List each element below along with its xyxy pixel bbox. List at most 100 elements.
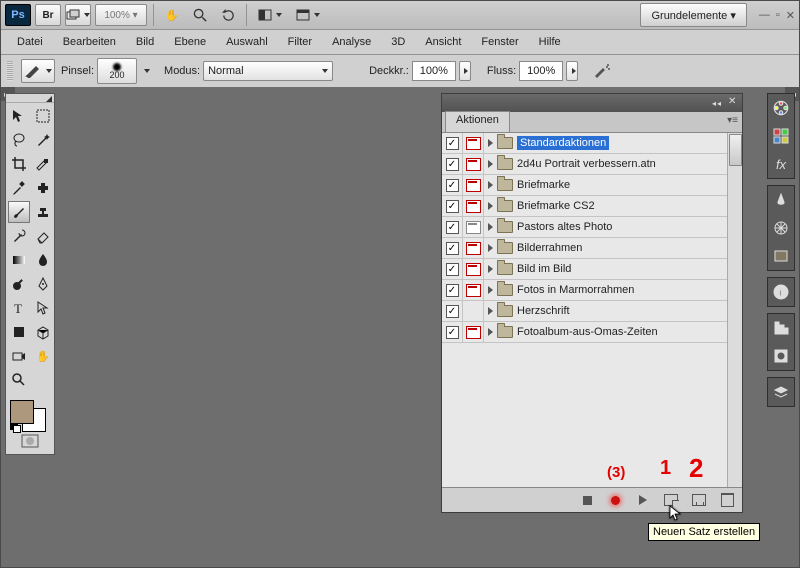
actions-list[interactable]: ✓Standardaktionen✓2d4u Portrait verbesse… [442, 133, 742, 487]
scrollbar[interactable] [727, 133, 742, 487]
action-row[interactable]: ✓Standardaktionen [442, 133, 742, 154]
blend-mode-combo[interactable]: Normal [203, 61, 333, 81]
shape-tool[interactable] [8, 321, 30, 343]
toggle-check[interactable]: ✓ [446, 326, 459, 339]
dialog-toggle-icon[interactable] [466, 242, 481, 255]
heal-tool[interactable] [32, 177, 54, 199]
screens-button[interactable] [65, 4, 91, 26]
clone-panel-icon[interactable] [770, 217, 792, 239]
history-brush-tool[interactable] [8, 225, 30, 247]
collapse-panel-icon[interactable]: ◂◂ [712, 99, 722, 108]
foreground-swatch[interactable] [10, 400, 34, 424]
dialog-toggle-icon[interactable] [466, 137, 481, 150]
action-row[interactable]: ✓Bilderrahmen [442, 238, 742, 259]
expand-icon[interactable] [488, 265, 493, 273]
color-panel-icon[interactable] [770, 97, 792, 119]
toggle-check[interactable]: ✓ [446, 263, 459, 276]
slice-tool[interactable] [32, 153, 54, 175]
stop-recording-button[interactable] [580, 493, 594, 507]
gripper-icon[interactable] [7, 61, 13, 81]
move-tool[interactable] [8, 105, 30, 127]
toggle-check[interactable]: ✓ [446, 200, 459, 213]
opacity-flyout[interactable] [459, 61, 471, 81]
expand-icon[interactable] [488, 202, 493, 210]
action-row[interactable]: ✓Pastors altes Photo [442, 217, 742, 238]
panel-menu-icon[interactable]: ▾≡ [727, 115, 738, 126]
new-action-button[interactable] [692, 493, 706, 507]
expand-icon[interactable] [488, 244, 493, 252]
action-row[interactable]: ✓Bild im Bild [442, 259, 742, 280]
3d-tool[interactable] [32, 321, 54, 343]
hand-tool-icon[interactable]: ✋ [160, 4, 184, 26]
expand-icon[interactable] [488, 307, 493, 315]
toggle-check[interactable]: ✓ [446, 221, 459, 234]
color-swatches[interactable] [8, 399, 48, 433]
arrange-docs-button[interactable] [253, 4, 287, 26]
path-select-tool[interactable] [32, 297, 54, 319]
styles-panel-icon[interactable]: fx [770, 153, 792, 175]
stamp-tool[interactable] [32, 201, 54, 223]
dialog-toggle-icon[interactable] [466, 221, 481, 234]
bridge-button[interactable]: Br [35, 4, 61, 26]
action-row[interactable]: ✓Briefmarke [442, 175, 742, 196]
maximize-button[interactable]: ▫ [776, 9, 780, 22]
dialog-toggle-icon[interactable] [466, 284, 481, 297]
flow-field[interactable]: 100% [519, 61, 563, 81]
brushes-panel-icon[interactable] [770, 189, 792, 211]
crop-tool[interactable] [8, 153, 30, 175]
toggle-check[interactable]: ✓ [446, 284, 459, 297]
layers-panel-icon[interactable] [770, 381, 792, 403]
marquee-tool[interactable] [32, 105, 54, 127]
action-row[interactable]: ✓Briefmarke CS2 [442, 196, 742, 217]
action-row[interactable]: ✓Fotos in Marmorrahmen [442, 280, 742, 301]
pen-tool[interactable] [32, 273, 54, 295]
actions-tab[interactable]: Aktionen [445, 111, 510, 132]
brush-preset-picker[interactable]: 200 [97, 58, 137, 84]
airbrush-toggle[interactable] [590, 60, 614, 82]
menu-bild[interactable]: Bild [126, 34, 164, 50]
expand-icon[interactable] [488, 328, 493, 336]
hand-tool-box[interactable]: ✋ [32, 345, 54, 367]
menu-fenster[interactable]: Fenster [471, 34, 528, 50]
toolbox-header[interactable] [6, 94, 54, 103]
navigator-panel-icon[interactable] [770, 245, 792, 267]
expand-icon[interactable] [488, 139, 493, 147]
menu-ansicht[interactable]: Ansicht [415, 34, 471, 50]
action-row[interactable]: ✓2d4u Portrait verbessern.atn [442, 154, 742, 175]
dodge-tool[interactable] [8, 273, 30, 295]
expand-icon[interactable] [488, 286, 493, 294]
expand-icon[interactable] [488, 181, 493, 189]
flow-flyout[interactable] [566, 61, 578, 81]
record-button[interactable] [608, 493, 622, 507]
toggle-check[interactable]: ✓ [446, 179, 459, 192]
zoom-tool-icon[interactable] [188, 4, 212, 26]
workspace-switcher[interactable]: Grundelemente ▾ [640, 3, 746, 27]
menu-datei[interactable]: Datei [7, 34, 53, 50]
opacity-field[interactable]: 100% [412, 61, 456, 81]
action-row[interactable]: ✓Fotoalbum-aus-Omas-Zeiten [442, 322, 742, 343]
ps-logo-icon[interactable]: Ps [5, 4, 31, 26]
tool-preset-picker[interactable] [21, 59, 55, 83]
zoom-combo[interactable]: 100% ▾ [95, 4, 147, 26]
brush-tool[interactable] [8, 201, 30, 223]
quick-mask-toggle[interactable] [8, 433, 52, 448]
minimize-button[interactable]: — [759, 9, 770, 22]
menu-analyse[interactable]: Analyse [322, 34, 381, 50]
eyedropper-tool[interactable] [8, 177, 30, 199]
wand-tool[interactable] [32, 129, 54, 151]
swatches-panel-icon[interactable] [770, 125, 792, 147]
zoom-tool-box[interactable] [8, 369, 30, 391]
blur-tool[interactable] [32, 249, 54, 271]
close-panel-icon[interactable]: ✕ [728, 98, 738, 108]
menu-hilfe[interactable]: Hilfe [529, 34, 571, 50]
dialog-toggle-icon[interactable] [466, 200, 481, 213]
toggle-check[interactable]: ✓ [446, 242, 459, 255]
type-tool[interactable]: T [8, 297, 30, 319]
menu-filter[interactable]: Filter [278, 34, 322, 50]
dialog-toggle-icon[interactable] [466, 263, 481, 276]
expand-icon[interactable] [488, 223, 493, 231]
menu-ebene[interactable]: Ebene [164, 34, 216, 50]
adjustments-panel-icon[interactable] [770, 317, 792, 339]
menu-3d[interactable]: 3D [381, 34, 415, 50]
menu-auswahl[interactable]: Auswahl [216, 34, 278, 50]
